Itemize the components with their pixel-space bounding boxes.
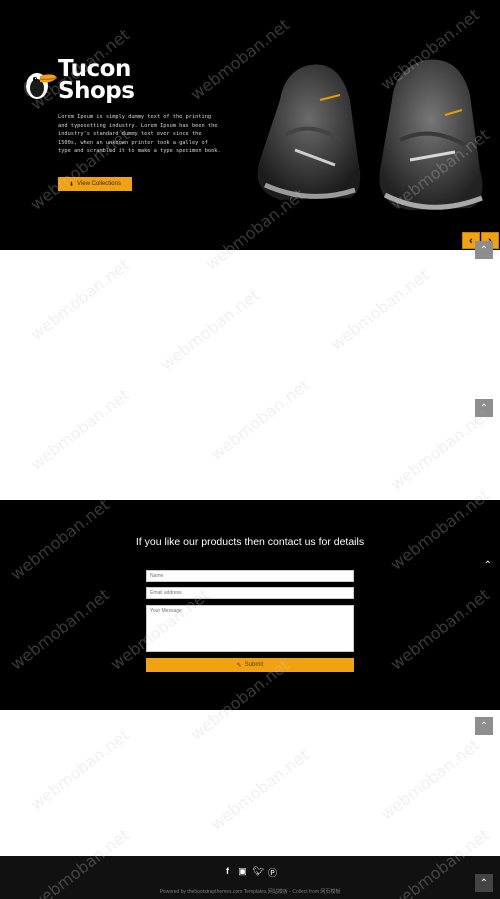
watermark: webmoban.net	[26, 725, 134, 814]
email-field[interactable]	[146, 587, 354, 599]
sneakers-image	[257, 59, 483, 210]
view-collections-label: View Collections	[77, 181, 121, 187]
watermark: webmoban.net	[326, 265, 434, 354]
chevron-up-icon: ⌃	[479, 402, 489, 414]
watermark: webmoban.net	[206, 375, 314, 464]
social-links: f ▣ 🐦︎ Ⓟ	[0, 866, 500, 879]
chevron-up-icon: ⌃	[479, 244, 489, 256]
scroll-top-button[interactable]: ⌃	[475, 874, 493, 892]
scroll-top-button[interactable]: ⌃	[475, 717, 493, 735]
pinterest-icon[interactable]: Ⓟ	[268, 866, 278, 879]
contact-section: If you like our products then contact us…	[0, 500, 500, 710]
view-collections-button[interactable]: ⬇ View Collections	[58, 177, 132, 191]
facebook-icon[interactable]: f	[223, 866, 233, 879]
instagram-icon[interactable]: ▣	[238, 866, 248, 879]
watermark: webmoban.net	[26, 255, 134, 344]
chevron-up-icon: ⌃	[479, 877, 489, 889]
scroll-top-button[interactable]: ⌃	[475, 241, 493, 259]
page: Tucon Shops Lorem Ipsum is simply dummy …	[0, 0, 500, 899]
download-icon: ⬇	[69, 181, 75, 188]
hero-description: Lorem Ipsum is simply dummy text of the …	[58, 114, 221, 155]
scroll-top-button[interactable]: ⌃	[475, 399, 493, 417]
brand-line-2: Shops	[58, 78, 135, 104]
footer: f ▣ 🐦︎ Ⓟ Powered by thebootstrapthemes.c…	[0, 856, 500, 899]
contact-title: If you like our products then contact us…	[135, 536, 365, 548]
submit-button[interactable]: ✎ Submit	[146, 658, 354, 672]
chevron-left-icon: ‹	[469, 234, 473, 247]
name-field[interactable]	[146, 570, 354, 582]
hero-slider: Tucon Shops Lorem Ipsum is simply dummy …	[0, 0, 500, 250]
watermark: webmoban.net	[206, 745, 314, 834]
copyright-text: Powered by thebootstrapthemes.com Templa…	[159, 889, 341, 895]
watermark: webmoban.net	[386, 405, 494, 494]
toucan-logo-icon	[24, 73, 57, 99]
brand-line-1: Tucon	[58, 56, 131, 82]
watermark: webmoban.net	[26, 385, 134, 474]
chevron-up-icon: ⌃	[479, 720, 489, 732]
chevron-up-icon[interactable]: ⌃	[484, 560, 492, 571]
send-icon: ✎	[236, 662, 242, 669]
submit-label: Submit	[244, 662, 264, 668]
brand-name: Tucon Shops	[58, 56, 135, 104]
watermark: webmoban.net	[156, 285, 264, 374]
message-field[interactable]	[146, 605, 354, 652]
watermark: webmoban.net	[376, 735, 484, 824]
twitter-icon[interactable]: 🐦︎	[253, 866, 264, 879]
